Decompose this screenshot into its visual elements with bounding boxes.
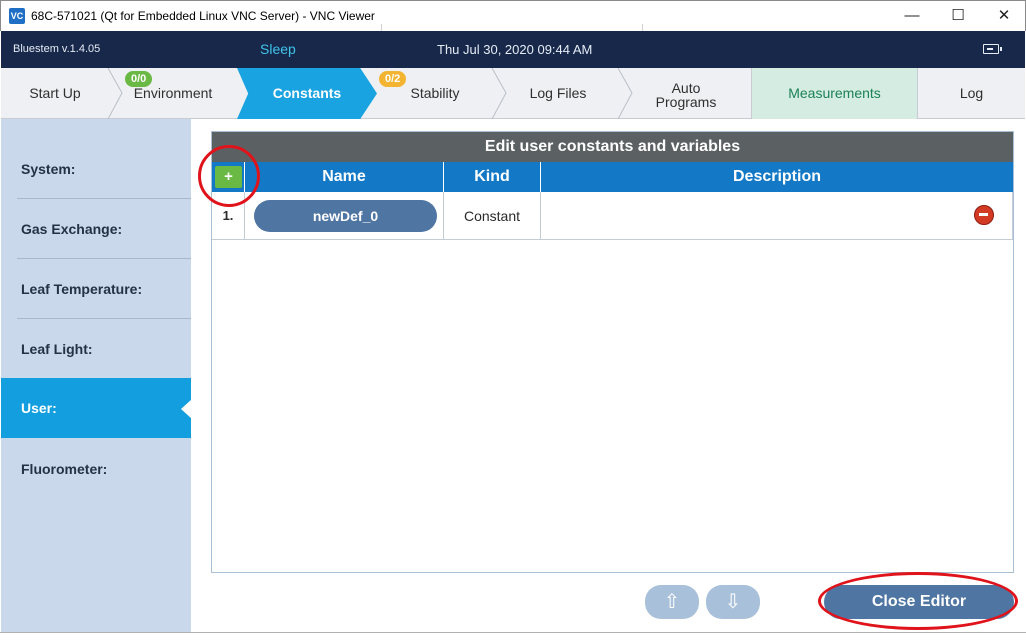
tab-start-up[interactable]: Start Up [1,68,109,119]
tab-label: Log [959,85,984,101]
constants-editor: Edit user constants and variables + Name… [211,131,1014,573]
stability-status-badge: 0/2 [379,71,407,87]
sidebar-item-fluorometer[interactable]: Fluorometer: [1,439,191,499]
sidebar-item-system[interactable]: System: [1,139,191,199]
maximize-button[interactable]: ☐ [935,1,981,31]
status-text: Sleep [260,41,296,57]
window-title: 68C-571021 (Qt for Embedded Linux VNC Se… [31,9,375,23]
sidebar-item-leaf-temperature[interactable]: Leaf Temperature: [1,259,191,319]
add-column: + [212,162,245,192]
move-up-button[interactable]: ⇧ [645,585,699,619]
sidebar-item-gas-exchange[interactable]: Gas Exchange: [1,199,191,259]
kind-cell[interactable]: Constant [444,192,541,240]
main-panel: Edit user constants and variables + Name… [191,119,1025,632]
tab-measurements[interactable]: Measurements [751,68,918,119]
tab-bar: Start Up Environment 0/0 Constants Stabi… [1,68,1025,119]
move-down-button[interactable]: ⇩ [706,585,760,619]
battery-icon[interactable] [983,44,1002,54]
description-cell[interactable] [541,192,1013,240]
tab-constants[interactable]: Constants [237,68,377,119]
close-window-button[interactable]: ✕ [981,1,1026,31]
tab-label: Start Up [29,85,81,101]
window-bottom-edge [0,632,1026,642]
tab-label: Log Files [529,85,587,101]
sidebar-item-label: User: [21,400,57,416]
sidebar: System: Gas Exchange: Leaf Temperature: … [1,119,192,632]
column-header-description: Description [732,168,821,185]
close-editor-button[interactable]: Close Editor [824,585,1014,619]
name-cell: newDef_0 [245,192,444,240]
table-header: + Name Kind Description [212,162,1013,192]
editor-title: Edit user constants and variables [212,132,1013,162]
column-header-kind: Kind [444,162,541,192]
tab-label: Auto [671,80,701,96]
tab-auto-programs[interactable]: Auto Programs [621,68,751,119]
column-header-name: Name [245,162,444,192]
tab-label: Constants [272,85,342,101]
sidebar-item-leaf-light[interactable]: Leaf Light: [1,319,191,379]
tab-log-files[interactable]: Log Files [495,68,621,119]
constant-name-button[interactable]: newDef_0 [254,200,437,232]
environment-status-badge: 0/0 [125,71,153,87]
tab-label: Stability [410,85,460,101]
table-row: 1. newDef_0 Constant [212,192,1013,240]
add-constant-button[interactable]: + [215,166,242,188]
tab-label: Programs [655,94,717,110]
minimize-button[interactable]: — [889,1,935,31]
row-number: 1. [212,192,245,240]
app-header: Bluestem v.1.4.05 Sleep Thu Jul 30, 2020… [1,31,1025,68]
tab-log[interactable]: Log [918,68,1025,119]
tab-label: Environment [133,85,213,101]
version-label: Bluestem v.1.4.05 [13,43,101,55]
datetime-label: Thu Jul 30, 2020 09:44 AM [437,42,593,57]
vnc-app-icon: VC [9,8,25,24]
remove-row-icon[interactable] [974,205,994,225]
sidebar-item-user[interactable]: User: [1,378,192,438]
tab-label: Measurements [788,85,881,101]
